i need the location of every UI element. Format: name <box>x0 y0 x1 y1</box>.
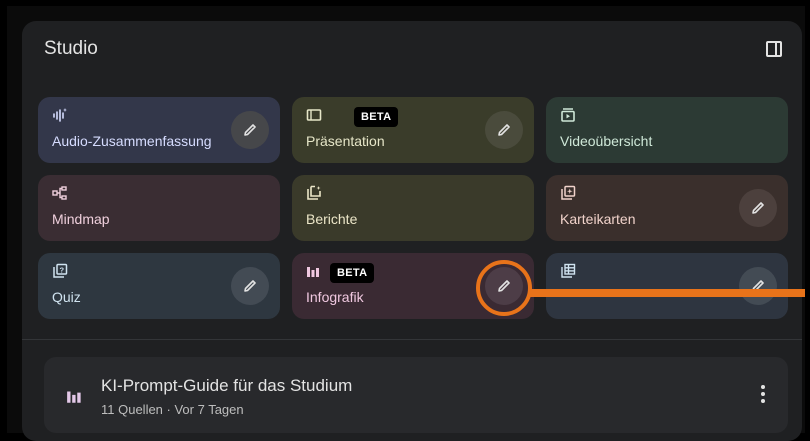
pencil-icon <box>752 202 764 214</box>
edit-button[interactable] <box>485 111 523 149</box>
card-mindmap[interactable]: Mindmap <box>38 175 280 241</box>
more-options-icon[interactable] <box>760 385 766 405</box>
beta-badge: BETA <box>354 107 399 127</box>
table-icon <box>560 263 576 279</box>
beta-badge: BETA <box>330 263 375 283</box>
edit-button[interactable] <box>739 189 777 227</box>
pencil-icon <box>244 280 256 292</box>
panel-toggle-icon[interactable] <box>766 41 782 57</box>
notebook-subtitle: 11 Quellen · Vor 7 Tagen <box>101 402 244 417</box>
card-video-overview[interactable]: Videoübersicht <box>546 97 788 163</box>
flashcards-icon <box>560 185 576 201</box>
studio-title: Studio <box>44 38 98 59</box>
mindmap-icon <box>52 185 68 201</box>
card-flashcards[interactable]: Karteikarten <box>546 175 788 241</box>
card-label: Infografik <box>306 289 364 305</box>
pencil-icon <box>244 124 256 136</box>
divider <box>22 339 802 340</box>
card-presentation[interactable]: BETA Präsentation <box>292 97 534 163</box>
notebook-item[interactable]: KI-Prompt-Guide für das Studium 11 Quell… <box>44 357 788 433</box>
card-label: Präsentation <box>306 133 385 149</box>
edit-button[interactable] <box>739 267 777 305</box>
infographic-icon <box>306 263 322 279</box>
card-reports[interactable]: Berichte <box>292 175 534 241</box>
audio-sparkle-icon <box>52 107 68 123</box>
studio-panel: Studio Audio-Zusammenfassung BETA Präsen… <box>22 21 802 441</box>
card-label: Karteikarten <box>560 211 636 227</box>
edit-button[interactable] <box>231 267 269 305</box>
screenshot-frame: Studio Audio-Zusammenfassung BETA Präsen… <box>7 6 805 441</box>
card-audio-overview[interactable]: Audio-Zusammenfassung <box>38 97 280 163</box>
infographic-icon <box>66 387 84 410</box>
card-label: Berichte <box>306 211 358 227</box>
highlight-circle <box>476 260 532 316</box>
card-label: Videoübersicht <box>560 133 653 149</box>
card-label: Quiz <box>52 289 81 305</box>
card-quiz[interactable]: ? Quiz <box>38 253 280 319</box>
video-icon <box>560 107 576 123</box>
svg-text:?: ? <box>59 266 64 275</box>
slides-icon <box>306 107 322 123</box>
pencil-icon <box>498 124 510 136</box>
highlight-pointer-line <box>530 289 805 297</box>
quiz-icon: ? <box>52 263 68 279</box>
card-label: Mindmap <box>52 211 110 227</box>
reports-icon <box>306 185 322 201</box>
notebook-title: KI-Prompt-Guide für das Studium <box>101 376 353 395</box>
edit-button[interactable] <box>231 111 269 149</box>
studio-header: Studio <box>22 21 802 81</box>
card-label: Audio-Zusammenfassung <box>52 133 212 149</box>
card-table[interactable] <box>546 253 788 319</box>
